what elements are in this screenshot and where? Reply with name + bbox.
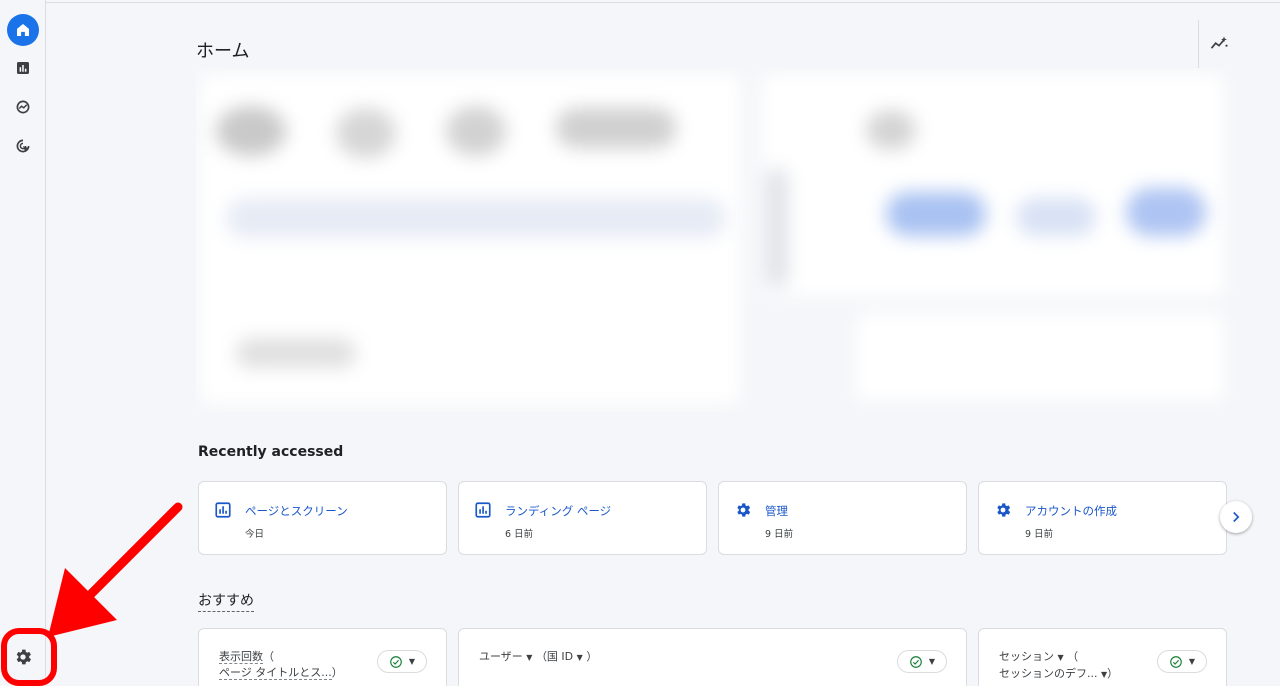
dimension-label: （国 ID: [535, 650, 574, 663]
caret-down-icon: ▼: [928, 657, 936, 666]
recent-card-label: ページとスクリーン: [245, 504, 348, 518]
metric-label: セッション: [999, 650, 1054, 663]
status-dropdown[interactable]: ▼: [1157, 650, 1207, 673]
recent-card-time: 9 日前: [1025, 529, 1054, 540]
caret-down-icon: ▼: [1188, 657, 1196, 666]
home-icon: [17, 24, 29, 36]
gear-icon: [737, 503, 751, 517]
paren-close: ）: [331, 666, 343, 679]
nav-reports[interactable]: [7, 52, 39, 84]
metric-label: 表示回数: [219, 650, 263, 664]
paren-close: ）: [586, 650, 598, 663]
insights-icon: [1210, 36, 1228, 49]
status-dropdown[interactable]: ▼: [897, 650, 947, 673]
gear-icon: [997, 503, 1011, 517]
caret-down-icon: ▼: [576, 653, 583, 662]
recent-card-time: 今日: [245, 529, 265, 540]
recommended-card-heading: セッション ▼ （ セッションのデフ... ▼）: [999, 649, 1118, 683]
recent-card-label: 管理: [765, 504, 788, 518]
caret-down-icon: ▼: [1057, 653, 1064, 662]
dimension-label: ページ タイトルとス...: [219, 666, 332, 680]
recommended-card-users[interactable]: ユーザー ▼ （国 ID ▼ ） ▼: [458, 628, 967, 686]
report-icon: [475, 502, 491, 518]
check-circle-icon: [1170, 655, 1182, 668]
report-icon: [215, 502, 231, 518]
recent-next-button[interactable]: [1220, 501, 1252, 533]
nav-home[interactable]: [7, 14, 39, 46]
recommended-card-views[interactable]: 表示回数（ ページ タイトルとス...） ▼: [198, 628, 447, 686]
explore-icon: [16, 100, 30, 114]
recent-card-time: 9 日前: [765, 529, 794, 540]
target-cursor-icon: [16, 139, 30, 153]
nav-advertising[interactable]: [7, 130, 39, 162]
recent-card-pages-and-screens[interactable]: ページとスクリーン 今日: [198, 481, 447, 555]
bar-chart-icon: [17, 62, 29, 74]
top-divider: [46, 2, 1280, 3]
nav-explore[interactable]: [7, 91, 39, 123]
recommended-card-heading: 表示回数（ ページ タイトルとス...）: [219, 649, 343, 681]
recent-card-create-account[interactable]: アカウントの作成 9 日前: [978, 481, 1227, 555]
caret-down-icon: ▼: [526, 653, 533, 662]
annotation-highlight-ring: [1, 628, 57, 686]
check-circle-icon: [390, 655, 402, 668]
left-nav-rail: [0, 0, 46, 686]
paren-open: （: [263, 650, 274, 663]
paren-open: （: [1067, 650, 1079, 663]
recommended-card-heading: ユーザー ▼ （国 ID ▼ ）: [479, 649, 597, 666]
recommended-card-sessions[interactable]: セッション ▼ （ セッションのデフ... ▼） ▼: [978, 628, 1227, 686]
recent-card-time: 6 日前: [505, 529, 534, 540]
status-dropdown[interactable]: ▼: [377, 650, 427, 673]
metric-label: ユーザー: [479, 650, 523, 663]
insights-button[interactable]: [1198, 20, 1238, 68]
recent-card-landing-page[interactable]: ランディング ページ 6 日前: [458, 481, 707, 555]
recent-card-admin[interactable]: 管理 9 日前: [718, 481, 967, 555]
recently-accessed-title: Recently accessed: [198, 444, 344, 460]
page-title: ホーム: [196, 41, 250, 62]
paren-close: ）: [1107, 667, 1119, 680]
check-circle-icon: [910, 655, 922, 668]
recommended-title: おすすめ: [198, 590, 254, 612]
caret-down-icon: ▼: [408, 657, 416, 666]
dimension-label: セッションのデフ...: [999, 667, 1098, 680]
blurred-overview-panel: [196, 68, 1246, 412]
recent-card-label: ランディング ページ: [505, 504, 612, 518]
chevron-right-icon: [1233, 511, 1240, 523]
recent-card-label: アカウントの作成: [1025, 504, 1117, 518]
